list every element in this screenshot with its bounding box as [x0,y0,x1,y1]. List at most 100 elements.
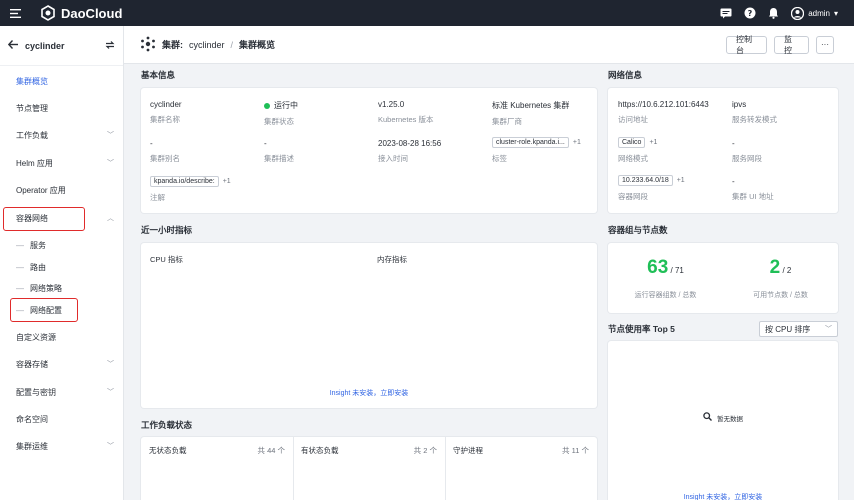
chevron-down-icon: ﹀ [107,443,114,450]
service-cidr-value: - [732,139,735,148]
breadcrumb-cluster[interactable]: cyclinder [189,40,225,50]
sidebar-item-label: 工作负载 [16,130,48,140]
network-mode-tag[interactable]: Calico [618,137,646,148]
workload-label: 守护进程 [453,446,483,455]
brand-name: DaoCloud [61,5,123,21]
console-button[interactable]: 控制台 [726,35,767,55]
message-icon[interactable] [720,8,732,19]
breadcrumb-separator: / [230,39,234,50]
node-usage-card: 暂无数据 Insight 未安装，立即安装 [608,341,838,500]
pod-cidr-more[interactable]: +1 [677,177,685,184]
joined-time-label: 接入时间 [378,154,408,163]
workload-deployments[interactable]: 无状态负载 共 44 个 [141,437,293,500]
metrics-card: CPU 指标 内存指标 Insight 未安装，立即安装 [141,243,597,408]
field-service-cidr: - 服务网段 [732,139,762,164]
network-info-title: 网络信息 [608,70,643,80]
sidebar-item-storage[interactable]: 容器存储 ﹀ [0,355,124,373]
bell-icon[interactable] [768,7,779,19]
label-more[interactable]: +1 [573,139,581,146]
sidebar-subitem-ingress[interactable]: — 路由 [0,258,124,276]
pod-cidr-label: 容器网段 [618,192,648,201]
sidebar-item-operator[interactable]: Operator 应用 [0,181,124,199]
network-mode-more[interactable]: +1 [649,139,657,146]
more-button[interactable]: ··· [816,35,834,54]
sidebar-item-crd[interactable]: 自定义资源 [0,328,124,346]
proxy-mode-label: 服务转发模式 [732,115,777,124]
sidebar-item-label: 命名空间 [16,414,48,424]
sidebar-item-workloads[interactable]: 工作负载 ﹀ [0,126,124,144]
label-tag[interactable]: cluster-role.kpanda.i... [492,137,569,148]
user-menu[interactable]: admin ▾ [791,6,838,20]
daocloud-logo-icon [41,5,55,21]
sidebar-item-helm[interactable]: Helm 应用 ﹀ [0,154,124,172]
labels-label: 标签 [492,154,507,163]
k8s-version-value: v1.25.0 [378,100,405,109]
switch-icon[interactable] [105,40,115,52]
sidebar-item-label: 配置与密钥 [16,387,56,397]
sidebar-item-label: Operator 应用 [16,185,66,195]
cluster-ui-label: 集群 UI 地址 [732,192,774,201]
cluster-status-label: 集群状态 [264,117,294,126]
sidebar-item-label: 节点管理 [16,103,48,113]
sidebar-item-label: 网络策略 [30,283,62,293]
memory-metrics-label: 内存指标 [377,255,407,264]
menu-icon[interactable] [0,8,30,18]
cluster-alias-label: 集群别名 [150,154,180,163]
annotation-tag[interactable]: kpanda.io/describe: [150,176,219,187]
cpu-metrics-label: CPU 指标 [150,255,183,264]
sort-select[interactable]: 按 CPU 排序 ﹀ [759,321,838,337]
workload-daemonsets[interactable]: 守护进程 共 11 个 [445,437,597,500]
cluster-switcher: cyclinder [0,26,123,66]
workload-label: 有状态负载 [301,446,339,455]
field-access-address: https://10.6.212.101:6443 访问地址 [618,100,709,125]
sidebar-item-nodes[interactable]: 节点管理 [0,99,124,117]
chevron-down-icon: ﹀ [107,132,114,139]
pod-cidr-tag[interactable]: 10.233.64.0/18 [618,175,673,186]
network-mode-label: 网络模式 [618,154,648,163]
workload-statefulsets[interactable]: 有状态负载 共 2 个 [293,437,445,500]
basic-info-title: 基本信息 [141,70,176,80]
highlight-box-network-config [10,298,78,322]
sidebar-item-label: 自定义资源 [16,332,56,342]
user-name: admin [808,8,830,18]
field-proxy-mode: ipvs 服务转发模式 [732,100,777,125]
pods-nodes-title: 容器组与节点数 [608,225,668,235]
svg-text:?: ? [748,9,753,18]
back-arrow-icon[interactable] [7,40,18,51]
chevron-down-icon: ▾ [833,8,838,18]
field-labels: cluster-role.kpanda.i... +1 标签 [492,137,581,164]
monitor-button[interactable]: 监控 [774,35,809,55]
install-insight-link-2[interactable]: Insight 未安装，立即安装 [608,492,838,500]
sidebar-subitem-network-policy[interactable]: — 网络策略 [0,279,124,297]
chevron-down-icon: ﹀ [825,326,832,333]
workload-count: 共 2 个 [413,446,437,455]
sidebar-item-overview[interactable]: 集群概览 [0,72,124,90]
pods-nodes-card: 63 / 71 运行容器组数 / 总数 2 / 2 可用节点数 / 总数 [608,243,838,313]
sidebar-item-config-secrets[interactable]: 配置与密钥 ﹀ [0,383,124,401]
sidebar-item-label: 服务 [30,240,46,250]
field-cluster-alias: - 集群别名 [150,139,180,164]
field-k8s-version: v1.25.0 Kubernetes 版本 [378,100,433,125]
breadcrumb-prefix: 集群: [162,40,183,50]
sidebar-item-namespaces[interactable]: 命名空间 [0,410,124,428]
cluster-desc-value: - [264,139,267,148]
node-count-label: 可用节点数 / 总数 [753,292,808,299]
field-cluster-desc: - 集群描述 [264,139,294,164]
sort-select-value: 按 CPU 排序 [765,324,811,334]
pod-running-count: 63 [647,257,669,278]
workload-status-card: 无状态负载 共 44 个 有状态负载 共 2 个 守护进程 共 11 个 [141,437,597,500]
daocloud-logo[interactable]: DaoCloud [40,5,122,21]
sidebar-subitem-services[interactable]: — 服务 [0,236,124,254]
pod-count: 63 / 71 [608,257,723,279]
service-cidr-label: 服务网段 [732,154,762,163]
sidebar-item-cluster-ops[interactable]: 集群运维 ﹀ [0,437,124,455]
empty-state-text: 暂无数据 [717,415,743,423]
annotation-more[interactable]: +1 [223,178,231,185]
install-insight-link[interactable]: Insight 未安装，立即安装 [141,388,597,398]
cluster-ui-value: - [732,177,735,186]
k8s-version-label: Kubernetes 版本 [378,115,434,124]
joined-time-value: 2023-08-28 16:56 [378,139,442,148]
help-icon[interactable]: ? [744,7,756,19]
page-title: 集群概览 [239,40,276,50]
breadcrumb: 集群: cyclinder / 集群概览 [140,36,275,54]
